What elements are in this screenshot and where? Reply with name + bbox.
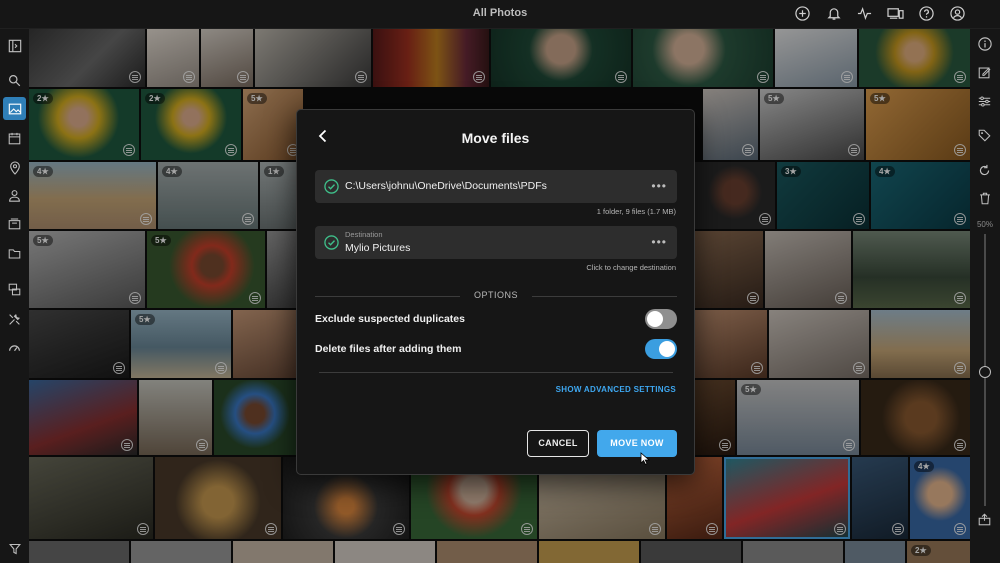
destination-label: Destination [345,230,383,239]
toggle-knob [647,311,663,327]
adjust-icon[interactable] [976,93,993,110]
sidebar-toggle-icon[interactable] [6,37,23,54]
top-bar: All Photos [0,0,1000,29]
photos-icon[interactable] [3,97,26,120]
help-icon[interactable] [918,5,935,22]
edit-icon[interactable] [976,64,993,81]
destination-value: Mylio Pictures [345,242,411,254]
zoom-slider-handle[interactable] [979,366,991,378]
rotate-icon[interactable] [976,162,993,179]
albums-icon[interactable] [6,215,23,232]
divider [532,296,677,297]
toggle-knob [659,341,675,357]
options-section-heading: OPTIONS [315,290,677,302]
bell-icon[interactable] [825,5,842,22]
source-more-icon[interactable]: ••• [651,179,667,193]
source-summary: 1 folder, 9 files (1.7 MB) [596,207,676,216]
delete-after-adding-toggle[interactable] [645,339,677,359]
devices-icon[interactable] [887,5,904,22]
options-heading: OPTIONS [473,290,518,300]
calendar-icon[interactable] [6,130,23,147]
left-sidebar [0,29,29,563]
delete-after-adding-option: Delete files after adding them [315,339,677,361]
trash-icon[interactable] [976,190,993,207]
top-icons [794,5,966,22]
destination-hint[interactable]: Click to change destination [586,263,676,272]
move-files-dialog: Move files C:\Users\johnu\OneDrive\Docum… [296,109,695,475]
source-path: C:\Users\johnu\OneDrive\Documents\PDFs [345,180,547,192]
tag-icon[interactable] [976,127,993,144]
exclude-duplicates-option: Exclude suspected duplicates [315,309,677,331]
exclude-duplicates-label: Exclude suspected duplicates [315,313,465,325]
destination-field[interactable]: Destination Mylio Pictures ••• [315,226,677,259]
account-icon[interactable] [949,5,966,22]
tools-icon[interactable] [6,311,23,328]
divider [319,372,673,373]
delete-after-adding-label: Delete files after adding them [315,343,462,355]
devices-icon[interactable] [6,281,23,298]
right-sidebar: 50% [970,29,1000,563]
destination-more-icon[interactable]: ••• [651,235,667,249]
search-icon[interactable] [6,72,23,89]
activity-icon[interactable] [856,5,873,22]
dashboard-icon[interactable] [6,339,23,356]
dialog-title: Move files [461,130,530,146]
export-icon[interactable] [976,511,993,528]
source-folder-field[interactable]: C:\Users\johnu\OneDrive\Documents\PDFs •… [315,170,677,203]
add-icon[interactable] [794,5,811,22]
people-icon[interactable] [6,187,23,204]
exclude-duplicates-toggle[interactable] [645,309,677,329]
filter-icon[interactable] [6,540,23,557]
folder-icon[interactable] [6,245,23,262]
move-now-button[interactable]: MOVE NOW [597,430,677,457]
show-advanced-settings-link[interactable]: SHOW ADVANCED SETTINGS [556,385,676,394]
info-icon[interactable] [976,35,993,52]
check-circle-icon [324,235,339,250]
mouse-cursor-icon [640,452,651,465]
cancel-button[interactable]: CANCEL [527,430,589,457]
mylio-app: All Photos 50% 2★ 2★ 5★ 5★ 5★ 4★ 4★ 1★ 3… [0,0,1000,563]
check-circle-icon [324,179,339,194]
zoom-label: 50% [976,220,993,229]
map-pin-icon[interactable] [6,159,23,176]
